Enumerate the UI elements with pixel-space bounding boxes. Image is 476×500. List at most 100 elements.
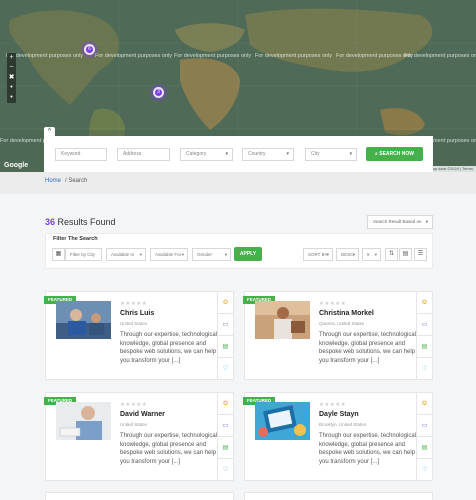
listing-card[interactable] — [45, 492, 234, 500]
chevron-down-icon: ▾ — [139, 252, 142, 257]
breadcrumb-home-link[interactable]: Home — [45, 178, 61, 184]
search-now-label: SEARCH NOW — [379, 151, 414, 157]
listing-card[interactable]: FEATURED ★★★★★ David Warner United State… — [44, 392, 234, 481]
listing-description: Through our expertise, technological kno… — [319, 433, 417, 465]
rating-stars: ★★★★★ — [319, 402, 347, 408]
document-icon[interactable]: ▤ — [417, 437, 432, 459]
chat-icon[interactable]: ▭ — [218, 415, 233, 437]
filter-title: Filter The Search — [53, 236, 98, 242]
chevron-down-icon: ▾ — [425, 219, 428, 224]
sort-results-label: Search Result Based on — [373, 219, 422, 224]
listing-card[interactable]: FEATURED ★★★★★ Christina Morkel Queens, … — [243, 291, 433, 380]
map-cluster-marker[interactable]: 6 — [84, 44, 95, 55]
listing-name[interactable]: Chris Luis — [120, 310, 154, 317]
listing-card[interactable]: FEATURED ★★★★★ Dayle Stayn Brooklyn, Uni… — [243, 392, 433, 481]
card-actions: ✪ ▭ ▤ ♡ — [416, 393, 432, 480]
filter-city-input[interactable]: Filter by City — [65, 248, 102, 261]
map-control-dot[interactable]: • — [7, 93, 16, 103]
heart-icon[interactable]: ♡ — [218, 358, 233, 379]
city-select-label: City — [311, 151, 320, 157]
chat-icon[interactable]: ▭ — [218, 314, 233, 336]
rating-stars: ★★★★★ — [120, 402, 148, 408]
chevron-down-icon: ▾ — [181, 252, 184, 257]
listing-description: Through our expertise, technological kno… — [120, 332, 218, 364]
available-for-select[interactable]: Available For ▾ — [150, 248, 188, 261]
sort-icon[interactable]: ⇅ — [385, 248, 398, 261]
map-zoom-controls[interactable]: + − ✖ • • — [7, 53, 16, 103]
country-select-label: Country — [248, 151, 266, 157]
document-icon[interactable]: ▤ — [417, 336, 432, 358]
chat-icon[interactable]: ▭ — [417, 314, 432, 336]
category-select-label: Category — [186, 151, 207, 157]
address-input[interactable]: Address — [117, 148, 170, 161]
sort-by-select[interactable]: SORT BY ▾ — [303, 248, 333, 261]
listing-photo[interactable] — [255, 402, 310, 440]
chevron-down-icon: ▾ — [352, 252, 355, 257]
chat-icon[interactable]: ▭ — [417, 415, 432, 437]
document-icon[interactable]: ▤ — [218, 437, 233, 459]
chevron-down-icon: ▾ — [286, 151, 289, 157]
listing-card[interactable] — [244, 492, 433, 500]
order-select[interactable]: DESC ▾ — [336, 248, 359, 261]
results-label: Results Found — [55, 217, 116, 227]
listing-card[interactable]: FEATURED ★★★★★ Chris Luis United States … — [44, 291, 234, 380]
map-watermark: For development purposes only — [95, 53, 173, 59]
sort-results-select[interactable]: Search Result Based on ▾ — [367, 215, 433, 229]
award-icon[interactable]: ✪ — [218, 393, 233, 415]
map-watermark: For development purposes only — [336, 53, 414, 59]
zoom-in-icon[interactable]: + — [7, 53, 16, 63]
award-icon[interactable]: ✪ — [417, 393, 432, 415]
google-logo: Google — [4, 162, 29, 169]
card-actions: ✪ ▭ ▤ ♡ — [416, 292, 432, 379]
available-in-select[interactable]: Available In ▾ — [106, 248, 146, 261]
results-number: 36 — [45, 217, 56, 227]
per-page-select[interactable]: 9 ▾ — [362, 248, 381, 261]
order-label: DESC — [341, 252, 354, 257]
sort-by-label: SORT BY — [308, 252, 328, 257]
map-watermark: For development purposes only — [174, 53, 252, 59]
grid-icon[interactable]: ▤ — [399, 248, 412, 261]
listing-location: Brooklyn, United States — [319, 422, 367, 427]
heart-icon[interactable]: ♡ — [218, 459, 233, 480]
chevron-down-icon: ▾ — [326, 252, 329, 257]
listing-location: United States — [120, 422, 148, 427]
rating-stars: ★★★★★ — [120, 301, 148, 307]
results-count: 36 Results Found — [45, 217, 116, 227]
listing-photo[interactable] — [56, 402, 111, 440]
listing-name[interactable]: Christina Morkel — [319, 310, 374, 317]
listing-location: Queens, United States — [319, 321, 365, 326]
chevron-up-icon[interactable]: ^ — [44, 127, 55, 136]
city-select[interactable]: City ▾ — [305, 148, 357, 161]
award-icon[interactable]: ✪ — [218, 292, 233, 314]
chevron-down-icon: ▾ — [224, 252, 227, 257]
map-cluster-marker[interactable]: 3 — [153, 87, 164, 98]
map-watermark: For development purposes only — [404, 53, 476, 59]
gender-select[interactable]: Gender ▾ — [192, 248, 231, 261]
country-select[interactable]: Country ▾ — [242, 148, 294, 161]
chevron-down-icon: ▾ — [374, 252, 377, 257]
gender-label: Gender — [197, 252, 213, 257]
zoom-out-icon[interactable]: − — [7, 63, 16, 73]
listing-photo[interactable] — [255, 301, 310, 339]
fullscreen-icon[interactable]: ✖ — [7, 73, 16, 83]
search-now-button[interactable]: ⌕ SEARCH NOW — [366, 147, 423, 161]
listing-photo[interactable] — [56, 301, 111, 339]
listing-description: Through our expertise, technological kno… — [319, 332, 417, 364]
heart-icon[interactable]: ♡ — [417, 459, 432, 480]
list-icon[interactable]: ☰ — [414, 248, 427, 261]
chevron-down-icon: ▾ — [349, 151, 352, 157]
map-control-dot[interactable]: • — [7, 83, 16, 93]
keyword-input[interactable]: Keyword — [55, 148, 107, 161]
listing-name[interactable]: Dayle Stayn — [319, 411, 359, 418]
heart-icon[interactable]: ♡ — [417, 358, 432, 379]
document-icon[interactable]: ▤ — [218, 336, 233, 358]
award-icon[interactable]: ✪ — [417, 292, 432, 314]
listing-name[interactable]: David Warner — [120, 411, 165, 418]
listing-description: Through our expertise, technological kno… — [120, 433, 218, 465]
breadcrumb-current: / Search — [65, 178, 88, 184]
card-actions: ✪ ▭ ▤ ♡ — [217, 292, 233, 379]
category-select[interactable]: Category ▾ — [180, 148, 233, 161]
map-watermark: For development purposes only — [255, 53, 333, 59]
apply-button[interactable]: APPLY — [234, 247, 262, 261]
calendar-icon[interactable]: ▦ — [52, 248, 65, 261]
